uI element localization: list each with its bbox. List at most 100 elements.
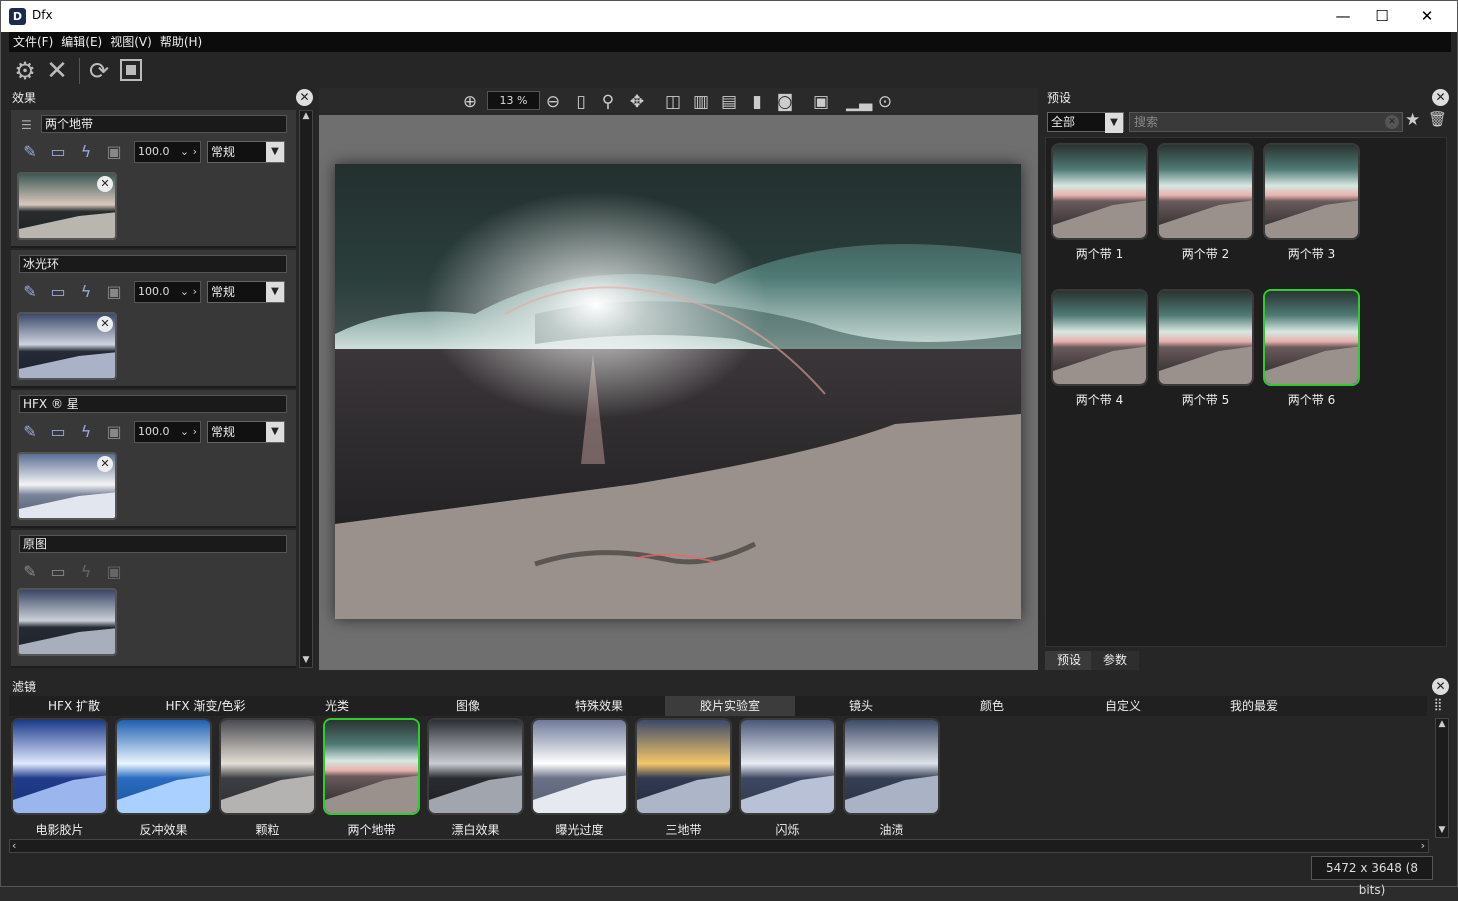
preset-item[interactable]: 两个带 4 <box>1051 289 1148 409</box>
main-image[interactable] <box>335 164 1021 619</box>
frame-icon[interactable]: ▣ <box>103 141 125 163</box>
favorite-star-icon[interactable]: ★ <box>1405 110 1425 130</box>
split-compare-icon[interactable]: ▥ <box>690 91 712 113</box>
scroll-left-icon[interactable]: ‹ <box>12 839 16 852</box>
zoom-out-icon[interactable]: ⊖ <box>542 91 564 113</box>
edit-mask-icon[interactable]: ✎ <box>19 141 41 163</box>
preset-item-selected[interactable]: 两个带 6 <box>1263 289 1360 409</box>
effects-scrollbar[interactable]: ▲ ▼ <box>299 110 313 668</box>
filter-thumbnail[interactable] <box>427 718 524 815</box>
preset-thumbnail[interactable] <box>1157 289 1254 386</box>
menu-edit[interactable]: 编辑(E) <box>57 32 106 52</box>
filter-item[interactable]: 电影胶片 <box>11 718 108 839</box>
monitor-icon[interactable]: ▭ <box>47 141 69 163</box>
preset-category-select[interactable]: 全部 ▼ <box>1047 112 1124 133</box>
preset-thumbnail[interactable] <box>1051 143 1148 240</box>
layer-thumbnail[interactable]: ✕ <box>17 172 117 240</box>
tab-image[interactable]: 图像 <box>403 696 533 716</box>
frame-icon[interactable]: ▣ <box>103 281 125 303</box>
blend-mode-select[interactable]: 常规 ▼ <box>207 281 285 303</box>
lightning-icon[interactable]: ϟ <box>75 421 97 443</box>
scroll-right-icon[interactable]: › <box>1421 839 1425 852</box>
tab-lens[interactable]: 镜头 <box>796 696 926 716</box>
tab-hfx-gradient[interactable]: HFX 渐变/色彩 <box>140 696 271 716</box>
effect-layer[interactable]: 冰光环 ✎ ▭ ϟ ▣ 100.0 ⌄ › 常规 ▼ ✕ <box>11 250 296 388</box>
scroll-down-icon[interactable]: ▼ <box>300 655 312 667</box>
scroll-down-icon[interactable]: ▼ <box>1436 825 1448 837</box>
settings-gear-icon[interactable]: ⚙ <box>11 57 39 85</box>
tab-color[interactable]: 颜色 <box>927 696 1057 716</box>
filter-thumbnail[interactable] <box>531 718 628 815</box>
preset-thumbnail[interactable] <box>1263 143 1360 240</box>
remove-effect-icon[interactable]: ✕ <box>97 176 113 192</box>
filter-thumbnail[interactable] <box>11 718 108 815</box>
layer-name-field[interactable]: 两个地带 <box>41 115 287 133</box>
filter-item[interactable]: 漂白效果 <box>427 718 524 839</box>
split-vertical-icon[interactable]: ◫ <box>662 91 684 113</box>
opacity-spinner[interactable]: 100.0 ⌄ › <box>134 421 201 443</box>
refresh-icon[interactable]: ⟳ <box>85 57 113 85</box>
filters-vscrollbar[interactable]: ▲ ▼ <box>1435 718 1449 838</box>
spinner-chevrons-icon[interactable]: ⌄ › <box>180 142 197 162</box>
tab-presets[interactable]: 预设 <box>1045 651 1094 670</box>
scroll-up-icon[interactable]: ▲ <box>300 111 312 123</box>
filter-item[interactable]: 三地带 <box>635 718 732 839</box>
layer-name-field[interactable]: 原图 <box>19 535 287 553</box>
effect-layer[interactable]: ☰ 两个地带 ✎ ▭ ϟ ▣ 100.0 ⌄ › 常规 ▼ ✕ <box>11 110 296 248</box>
opacity-spinner[interactable]: 100.0 ⌄ › <box>134 281 201 303</box>
monitor-icon[interactable]: ▭ <box>47 281 69 303</box>
loupe-icon[interactable]: ⊙ <box>874 91 896 113</box>
preset-thumbnail[interactable] <box>1157 143 1254 240</box>
menu-file[interactable]: 文件(F) <box>9 32 57 52</box>
preset-item[interactable]: 两个带 3 <box>1263 143 1360 263</box>
tab-light[interactable]: 光类 <box>272 696 402 716</box>
single-view-icon[interactable]: ▮ <box>746 91 768 113</box>
blend-mode-select[interactable]: 常规 ▼ <box>207 421 285 443</box>
preset-thumbnail[interactable] <box>1051 289 1148 386</box>
layer-thumbnail[interactable]: ✕ <box>17 452 117 520</box>
opacity-spinner[interactable]: 100.0 ⌄ › <box>134 141 201 163</box>
monitor-icon[interactable]: ▭ <box>47 421 69 443</box>
chevron-down-icon[interactable]: ▼ <box>266 142 284 162</box>
filter-item[interactable]: 反冲效果 <box>115 718 212 839</box>
frame-icon[interactable]: ▣ <box>103 421 125 443</box>
remove-effect-icon[interactable]: ✕ <box>97 456 113 472</box>
filter-item[interactable]: 油渍 <box>843 718 940 839</box>
close-presets-panel-icon[interactable]: ✕ <box>1432 89 1449 106</box>
chevron-down-icon[interactable]: ▼ <box>266 282 284 302</box>
layer-thumbnail[interactable]: ✕ <box>17 312 117 380</box>
chevron-down-icon[interactable]: ▼ <box>266 422 284 442</box>
tab-film-lab[interactable]: 胶片实验室 <box>665 696 795 716</box>
split-horizontal-icon[interactable]: ▤ <box>718 91 740 113</box>
clear-search-icon[interactable]: ✕ <box>1385 115 1399 129</box>
zoom-in-icon[interactable]: ⊕ <box>459 91 481 113</box>
filter-item-selected[interactable]: 两个地带 <box>323 718 420 839</box>
tab-special-effects[interactable]: 特殊效果 <box>534 696 664 716</box>
preset-item[interactable]: 两个带 5 <box>1157 289 1254 409</box>
preset-item[interactable]: 两个带 1 <box>1051 143 1148 263</box>
effect-layer[interactable]: HFX ® 星 ✎ ▭ ϟ ▣ 100.0 ⌄ › 常规 ▼ ✕ <box>11 390 296 528</box>
filters-hscrollbar[interactable]: ‹ › <box>9 839 1429 853</box>
filter-item[interactable]: 曝光过度 <box>531 718 628 839</box>
chevron-down-icon[interactable]: ▼ <box>1105 113 1123 133</box>
menu-help[interactable]: 帮助(H) <box>156 32 206 52</box>
preset-item[interactable]: 两个带 2 <box>1157 143 1254 263</box>
layer-name-field[interactable]: 冰光环 <box>19 255 287 273</box>
magnifier-icon[interactable]: ⚲ <box>597 91 619 113</box>
filter-thumbnail[interactable] <box>323 718 420 815</box>
histogram-icon[interactable]: ▁▃ <box>846 91 872 113</box>
original-layer[interactable]: 原图 ✎ ▭ ϟ ▣ <box>11 530 296 668</box>
filter-thumbnail[interactable] <box>843 718 940 815</box>
tab-hfx-diffusion[interactable]: HFX 扩散 <box>9 696 139 716</box>
lightning-icon[interactable]: ϟ <box>75 281 97 303</box>
close-filters-panel-icon[interactable]: ✕ <box>1432 678 1449 695</box>
zoom-level-field[interactable]: 13 % <box>487 91 540 110</box>
edit-mask-icon[interactable]: ✎ <box>19 281 41 303</box>
filter-item[interactable]: 闪烁 <box>739 718 836 839</box>
delete-trash-icon[interactable]: 🗑 <box>1428 110 1448 130</box>
grid-view-icon[interactable]: ⣿ <box>1429 697 1447 715</box>
layer-name-field[interactable]: HFX ® 星 <box>19 395 287 413</box>
filter-item[interactable]: 颗粒 <box>219 718 316 839</box>
close-effects-panel-icon[interactable]: ✕ <box>296 89 313 106</box>
cancel-x-icon[interactable]: ✕ <box>43 57 71 85</box>
